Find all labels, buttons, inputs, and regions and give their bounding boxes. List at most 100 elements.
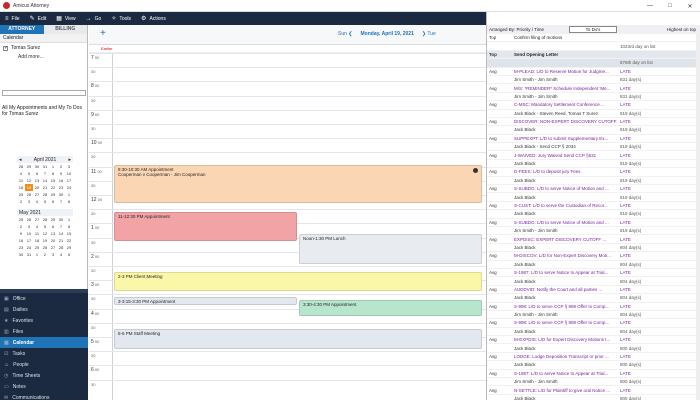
menu-view[interactable]: ▦ View: [56, 15, 75, 23]
april-day-cell[interactable]: 7: [41, 170, 49, 177]
todo-row[interactable]: Jack Black 800 day(s): [487, 395, 700, 400]
maximize-button[interactable]: □: [660, 0, 680, 12]
april-day-cell[interactable]: 4: [33, 198, 41, 205]
may-day-cell[interactable]: 27: [49, 244, 57, 251]
may-day-cell[interactable]: 2: [17, 223, 25, 230]
may-day-cell[interactable]: 28: [57, 244, 65, 251]
todo-row[interactable]: Top Send Opening Letter: [487, 50, 700, 60]
may-day-cell[interactable]: 21: [57, 237, 65, 244]
menu-go[interactable]: → Go: [86, 16, 102, 22]
todo-row[interactable]: Avg M-DISCOV: L/D for Non-Expert Discover…: [487, 252, 700, 261]
todo-row[interactable]: Avg DISCOVER: NON-EXPERT DISCOVERY CUTOFF…: [487, 118, 700, 127]
todo-row[interactable]: Jack Black - Steven Reed, Tomas T Surez 8…: [487, 110, 700, 118]
april-day-cell[interactable]: 30: [57, 191, 65, 198]
april-day-cell[interactable]: 2: [57, 163, 65, 170]
april-day-cell[interactable]: 12: [25, 177, 33, 184]
todo-row[interactable]: Jack Black 819 day(s): [487, 177, 700, 186]
todo-row[interactable]: Jack Black 804 day(s): [487, 328, 700, 337]
may-day-cell[interactable]: 19: [41, 237, 49, 244]
todo-row[interactable]: Avg SUPPEXPT: L/D to submit Supplementary…: [487, 135, 700, 144]
may-day-cell[interactable]: 4: [57, 251, 65, 258]
april-day-cell[interactable]: 26: [25, 191, 33, 198]
todo-row[interactable]: Jim Smith - Jim Smith 831 day(s): [487, 93, 700, 102]
may-day-cell[interactable]: 14: [57, 230, 65, 237]
april-day-cell[interactable]: 17: [65, 177, 73, 184]
may-day-cell[interactable]: 11: [33, 230, 41, 237]
todo-row[interactable]: Jack Black 819 day(s): [487, 126, 700, 135]
april-day-cell[interactable]: 3: [25, 198, 33, 205]
todo-row[interactable]: Avg S-SUBDG: L/D to serve Notice of Motio…: [487, 219, 700, 227]
person-row[interactable]: Tomas Surez: [0, 43, 87, 53]
may-day-cell[interactable]: 25: [33, 244, 41, 251]
may-day-cell[interactable]: 8: [65, 223, 73, 230]
may-day-cell[interactable]: 23: [17, 244, 25, 251]
april-day-cell[interactable]: 10: [65, 170, 73, 177]
may-day-cell[interactable]: 7: [57, 223, 65, 230]
april-day-cell[interactable]: 13: [33, 177, 41, 184]
todo-row[interactable]: Jack Black 819 day(s): [487, 193, 700, 202]
todo-row[interactable]: Jack Black 800 day(s): [487, 344, 700, 353]
menu-edit[interactable]: ✎ Edit: [30, 15, 47, 23]
april-day-cell[interactable]: 16: [57, 177, 65, 184]
todo-row[interactable]: 876th day on list: [487, 59, 700, 68]
earlier-label[interactable]: Earlier: [101, 46, 113, 51]
nav-item-communications[interactable]: ✉ Communications: [0, 392, 88, 403]
april-day-cell[interactable]: 6: [33, 170, 41, 177]
todo-row[interactable]: Jim Smith - Jim Smith 804 day(s): [487, 311, 700, 320]
april-day-cell[interactable]: 22: [49, 184, 57, 191]
filter-select[interactable]: [2, 90, 86, 96]
may-day-cell[interactable]: 30: [57, 216, 65, 223]
todo-row[interactable]: Avg S-998: L/D to serve CCP § 998 Offer t…: [487, 303, 700, 311]
april-day-cell[interactable]: 28: [17, 163, 25, 170]
todo-row[interactable]: Avg D-FEES: L/D to deposit jury Fees LATE: [487, 168, 700, 177]
todo-row[interactable]: Jack Black 819 day(s): [487, 160, 700, 169]
may-day-cell[interactable]: 28: [41, 216, 49, 223]
prev-day-button[interactable]: Sun ❮: [338, 31, 353, 37]
april-day-cell[interactable]: 5: [25, 170, 33, 177]
april-day-cell[interactable]: 31: [41, 163, 49, 170]
april-day-cell[interactable]: 25: [17, 191, 25, 198]
menu-tools[interactable]: ✧ Tools: [111, 15, 131, 23]
april-day-cell[interactable]: 29: [49, 191, 57, 198]
may-day-cell[interactable]: 1: [65, 216, 73, 223]
person-checkbox[interactable]: [3, 45, 8, 51]
may-day-cell[interactable]: 4: [33, 223, 41, 230]
may-day-cell[interactable]: 29: [49, 216, 57, 223]
todo-row[interactable]: Jack Black 804 day(s): [487, 244, 700, 253]
april-day-cell[interactable]: 23: [57, 184, 65, 191]
todo-row[interactable]: Avg S-1987: L/D to serve Notice to Appear…: [487, 269, 700, 278]
may-day-cell[interactable]: 9: [17, 230, 25, 237]
nav-item-favorites[interactable]: ★ Favorites: [0, 315, 88, 326]
april-day-cell[interactable]: 30: [33, 163, 41, 170]
april-day-cell[interactable]: 15: [49, 177, 57, 184]
nav-item-people[interactable]: ☺ People: [0, 359, 88, 370]
april-day-cell[interactable]: 21: [41, 184, 49, 191]
may-day-cell[interactable]: 2: [41, 251, 49, 258]
appointment-block[interactable]: 5-6 PM Staff Meeting: [114, 329, 482, 349]
april-day-cell[interactable]: 5: [41, 198, 49, 205]
may-day-cell[interactable]: 31: [25, 251, 33, 258]
may-day-cell[interactable]: 5: [41, 223, 49, 230]
april-day-cell[interactable]: 19: [25, 184, 33, 191]
todo-row[interactable]: Avg N-SETTLE: L/D for Plaintiff to give o…: [487, 386, 700, 395]
todo-scrollbar[interactable]: [696, 34, 700, 400]
add-appointment-icon[interactable]: +: [100, 28, 106, 39]
april-day-cell[interactable]: 1: [65, 191, 73, 198]
april-day-cell[interactable]: 20: [33, 184, 41, 191]
todo-row[interactable]: Jack Black 819 day(s): [487, 210, 700, 219]
may-day-cell[interactable]: 24: [25, 244, 33, 251]
may-day-cell[interactable]: 5: [65, 251, 73, 258]
april-day-cell[interactable]: 11: [17, 177, 25, 184]
feedback-button[interactable]: ✉ Feedback: [492, 15, 522, 23]
may-day-cell[interactable]: 27: [33, 216, 41, 223]
help-button[interactable]: ? Help: [532, 16, 549, 22]
next-day-button[interactable]: ❯ Tue: [422, 31, 436, 37]
may-day-cell[interactable]: 3: [25, 223, 33, 230]
todo-row[interactable]: Jim Smith - Jim Smith 800 day(s): [487, 378, 700, 387]
may-day-cell[interactable]: 16: [17, 237, 25, 244]
may-day-cell[interactable]: 6: [49, 223, 57, 230]
april-day-cell[interactable]: 18: [17, 184, 25, 191]
nav-item-dailies[interactable]: ▤ Dailies: [0, 304, 88, 315]
todo-row[interactable]: Avg J-WAIVED: Jury Waived Send CCP §631 LA…: [487, 151, 700, 160]
add-more-link[interactable]: Add more...: [0, 53, 87, 61]
